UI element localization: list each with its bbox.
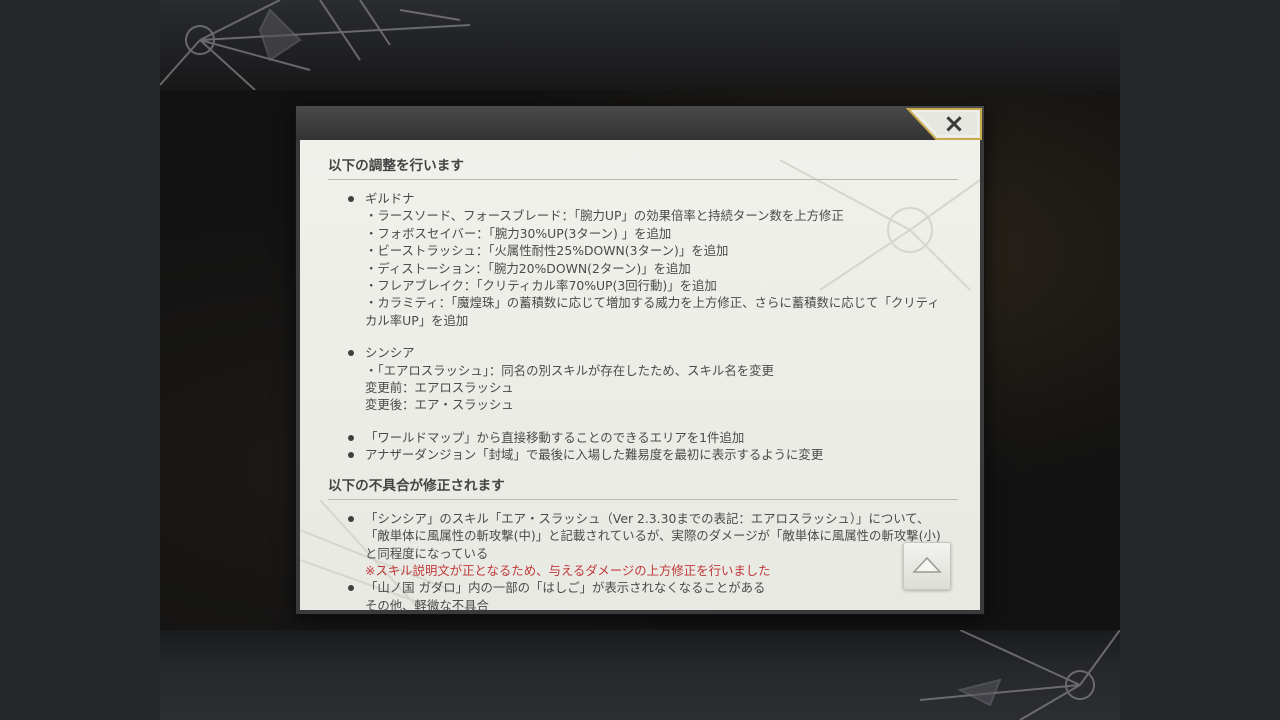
item-heading: 「シンシア」のスキル「エア・スラッシュ（Ver 2.3.30までの表記：エアロス…: [365, 510, 930, 526]
item-line: ・ビーストラッシュ：「火属性耐性25%DOWN(3ターン)」を追加: [365, 243, 729, 259]
list-item: 「山ノ国 ガダロ」内の一部の「はしご」が表示されなくなることがある その他、軽微…: [328, 579, 958, 610]
item-line: その他、軽微な不具合: [365, 597, 489, 610]
notes-content: 以下の調整を行います ギルドナ ・ラースソード、フォースブレード：「腕力UP」の…: [328, 158, 958, 610]
item-line: ・「エアロスラッシュ」：同名の別スキルが存在したため、スキル名を変更: [365, 362, 774, 378]
item-line: 変更後：エア・スラッシュ: [365, 397, 514, 413]
list-item: ギルドナ ・ラースソード、フォースブレード：「腕力UP」の効果倍率と持続ターン数…: [328, 190, 958, 329]
item-heading: 「ワールドマップ」から直接移動することのできるエリアを1件追加: [365, 429, 745, 445]
item-line: ・フォボスセイバー：「腕力30%UP(3ターン) 」を追加: [365, 225, 672, 241]
bottom-ornament: [919, 630, 1120, 720]
dialog-body[interactable]: 以下の調整を行います ギルドナ ・ラースソード、フォースブレード：「腕力UP」の…: [300, 140, 980, 610]
section-title-bugfixes: 以下の不具合が修正されます: [328, 478, 958, 500]
scroll-to-top-button[interactable]: [903, 542, 951, 590]
item-line: 変更前：エアロスラッシュ: [365, 380, 514, 396]
dialog-header: ×: [296, 106, 984, 140]
list-item: シンシア ・「エアロスラッシュ」：同名の別スキルが存在したため、スキル名を変更 …: [328, 344, 958, 414]
list-item: 「シンシア」のスキル「エア・スラッシュ（Ver 2.3.30までの表記：エアロス…: [328, 510, 958, 580]
list-item: 「ワールドマップ」から直接移動することのできるエリアを1件追加: [328, 429, 958, 446]
spacer: [328, 329, 958, 344]
close-icon: ×: [943, 109, 965, 139]
item-heading: 「山ノ国 ガダロ」内の一部の「はしご」が表示されなくなることがある: [365, 580, 766, 596]
item-line: ・ディストーション：「腕力20%DOWN(2ターン)」を追加: [365, 260, 691, 276]
bugfix-list: 「シンシア」のスキル「エア・スラッシュ（Ver 2.3.30までの表記：エアロス…: [328, 510, 958, 610]
close-button[interactable]: ×: [906, 108, 982, 140]
item-heading: アナザーダンジョン「封域」で最後に入場した難易度を最初に表示するように変更: [365, 447, 824, 463]
item-line: カル率UP」を追加: [365, 312, 469, 328]
item-line: 「敵単体に風属性の斬攻撃(中)」と記載されているが、実際のダメージが「敵単体に風…: [365, 528, 941, 544]
top-ornament: [160, 0, 471, 90]
item-line: ・ラースソード、フォースブレード：「腕力UP」の効果倍率と持続ターン数を上方修正: [365, 208, 844, 224]
adjustments-list: ギルドナ ・ラースソード、フォースブレード：「腕力UP」の効果倍率と持続ターン数…: [328, 190, 958, 464]
fix-note: ※スキル説明文が正となるため、与えるダメージの上方修正を行いました: [365, 562, 771, 578]
update-notes-dialog: × 以下の調整を行います ギルドナ ・ラースソード、フォースブレード：「腕力UP…: [296, 106, 984, 614]
top-banner: [160, 0, 1120, 90]
list-item: アナザーダンジョン「封域」で最後に入場した難易度を最初に表示するように変更: [328, 446, 958, 463]
item-line: ・フレアブレイク：「クリティカル率70%UP(3回行動)」を追加: [365, 278, 717, 294]
bottom-banner: [160, 630, 1120, 720]
section-title-adjustments: 以下の調整を行います: [328, 158, 958, 180]
item-line: ・カラミティ：「魔煌珠」の蓄積数に応じて増加する威力を上方修正、さらに蓄積数に応…: [365, 295, 940, 311]
triangle-up-icon: [912, 556, 942, 573]
item-line: と同程度になっている: [365, 545, 489, 561]
item-heading: シンシア: [365, 345, 415, 361]
spacer: [328, 414, 958, 429]
item-heading: ギルドナ: [365, 191, 415, 206]
